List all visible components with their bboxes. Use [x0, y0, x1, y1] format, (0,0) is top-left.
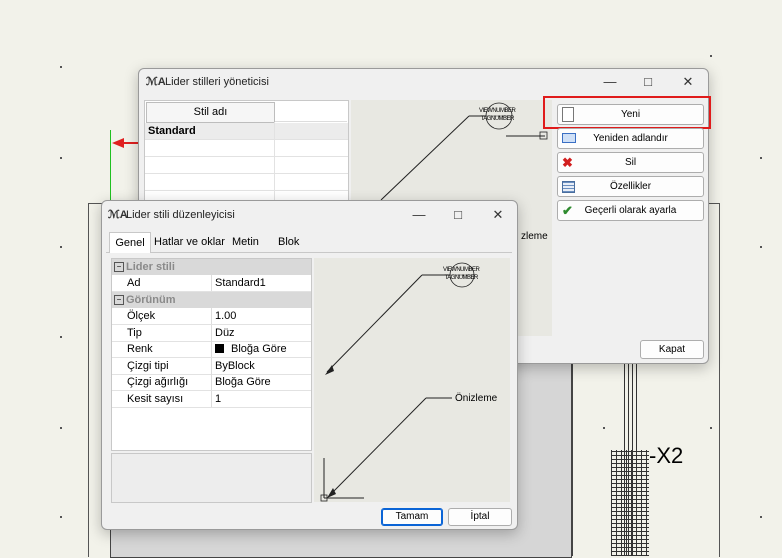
delete-x-icon: ✖	[562, 155, 573, 170]
property-label: Çizgi tipi	[124, 358, 212, 374]
close-button[interactable]: Kapat	[640, 340, 704, 359]
collapse-icon[interactable]: −	[114, 295, 124, 305]
preview-tag-text: VIEWNUMBER TAGNUMBER	[479, 108, 516, 122]
property-label: Tip	[124, 325, 212, 341]
delete-button[interactable]: ✖ Sil	[557, 152, 704, 173]
red-arrow-icon	[112, 138, 138, 148]
set-current-button[interactable]: ✔ Geçerli olarak ayarla	[557, 200, 704, 221]
column-header-style-name[interactable]: Stil adı	[146, 102, 275, 123]
manager-titlebar[interactable]: ℳA Lider stilleri yöneticisi — □ ✕	[139, 69, 708, 95]
highlight-box	[543, 96, 711, 129]
color-swatch	[215, 344, 224, 353]
property-label: Renk	[124, 341, 212, 357]
property-label: Ölçek	[124, 308, 212, 324]
property-value: Bloğa Göre	[215, 376, 271, 388]
preview-note-partial: zleme	[521, 231, 548, 242]
editor-preview: VIEWNUMBER TAGNUMBER Önizleme	[314, 258, 510, 502]
minimize-button[interactable]: —	[595, 72, 625, 92]
tab-general[interactable]: Genel	[109, 232, 151, 253]
close-window-button[interactable]: ✕	[673, 72, 703, 92]
group-title: Görünüm	[126, 294, 176, 306]
group-header-leader-style[interactable]: − Lider stili	[112, 259, 311, 275]
checkmark-icon: ✔	[562, 203, 573, 218]
property-value: Standard1	[215, 277, 266, 289]
close-window-button[interactable]: ✕	[483, 205, 513, 225]
maximize-button[interactable]: □	[633, 72, 663, 92]
maximize-button[interactable]: □	[443, 205, 473, 225]
ok-button[interactable]: Tamam	[381, 508, 443, 526]
property-row-type[interactable]: Tip Düz	[112, 325, 311, 342]
editor-title: Lider stili düzenleyicisi	[126, 209, 235, 221]
preview-tag-text: VIEWNUMBER TAGNUMBER	[443, 267, 480, 281]
terminal-label: -X2	[649, 443, 684, 468]
group-title: Lider stili	[126, 261, 175, 273]
rename-button[interactable]: Yeniden adlandır	[557, 128, 704, 149]
cancel-button[interactable]: İptal	[448, 508, 512, 526]
property-row-color[interactable]: Renk Bloğa Göre	[112, 341, 311, 358]
style-name-cell: Standard	[148, 125, 196, 137]
delete-button-label: Sil	[624, 157, 637, 168]
app-logo-icon: ℳA	[146, 76, 166, 88]
property-label: Ad	[124, 275, 212, 291]
preview-note: Önizleme	[455, 393, 498, 404]
rename-button-label: Yeniden adlandır	[593, 133, 668, 144]
properties-button[interactable]: Özellikler	[557, 176, 704, 197]
property-label: Çizgi ağırlığı	[124, 374, 212, 390]
property-value: Düz	[215, 327, 235, 339]
property-row-linetype[interactable]: Çizgi tipi ByBlock	[112, 358, 311, 375]
property-row-scale[interactable]: Ölçek 1.00	[112, 308, 311, 325]
properties-list-icon	[562, 181, 575, 193]
leader-style-editor-window: ℳA Lider stili düzenleyicisi — □ ✕ Genel…	[101, 200, 518, 530]
minimize-button[interactable]: —	[404, 205, 434, 225]
tab-lines-arrows[interactable]: Hatlar ve oklar	[154, 232, 225, 252]
manager-title: Lider stilleri yöneticisi	[165, 76, 269, 88]
property-value: ByBlock	[215, 360, 255, 372]
rename-icon	[562, 133, 576, 143]
tab-bar: Genel Hatlar ve oklar Metin Blok	[106, 232, 512, 253]
app-logo-icon: ℳA	[108, 209, 128, 221]
description-panel	[111, 453, 312, 503]
collapse-icon[interactable]: −	[114, 262, 124, 272]
property-value: 1.00	[215, 310, 237, 322]
property-row-name[interactable]: Ad Standard1	[112, 275, 311, 292]
property-row-lineweight[interactable]: Çizgi ağırlığı Bloğa Göre	[112, 374, 311, 391]
property-grid: − Lider stili Ad Standard1 − Görünüm Ölç…	[111, 258, 312, 451]
terminal-block-x2	[611, 450, 649, 556]
editor-titlebar[interactable]: ℳA Lider stili düzenleyicisi — □ ✕	[102, 201, 517, 227]
tab-block[interactable]: Blok	[278, 232, 299, 252]
property-row-segments[interactable]: Kesit sayısı 1	[112, 391, 311, 408]
group-header-appearance[interactable]: − Görünüm	[112, 292, 311, 308]
tab-text[interactable]: Metin	[232, 232, 259, 252]
set-current-button-label: Geçerli olarak ayarla	[584, 205, 677, 216]
property-label: Kesit sayısı	[124, 391, 212, 407]
property-value: 1	[215, 393, 222, 405]
properties-button-label: Özellikler	[609, 181, 652, 192]
table-row[interactable]: Standard	[145, 123, 348, 140]
property-value: Bloğa Göre	[231, 343, 287, 355]
